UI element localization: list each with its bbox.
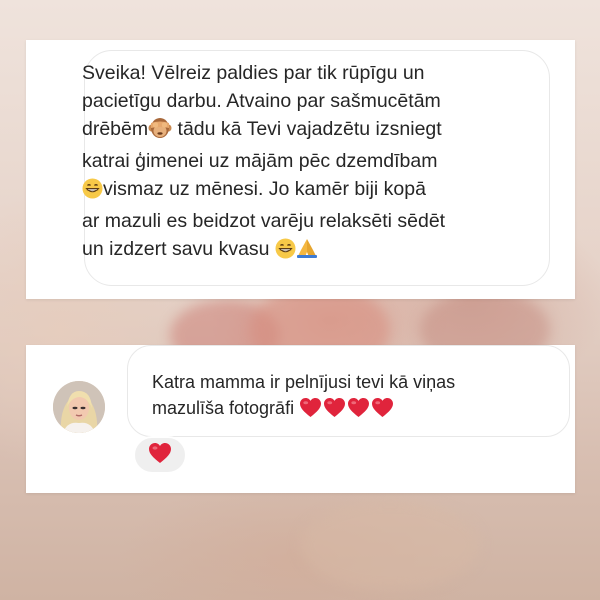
comment-line: mazulīša fotogrāfi bbox=[152, 398, 300, 418]
grinning-face-icon bbox=[275, 238, 296, 267]
red-heart-icon bbox=[347, 397, 371, 425]
message-line: un izdzert savu kvasu bbox=[82, 238, 275, 260]
see-no-evil-monkey-icon bbox=[148, 117, 172, 147]
message-line: tādu kā Tevi vajadzētu izsniegt bbox=[172, 118, 442, 140]
reaction-badge[interactable] bbox=[133, 436, 187, 474]
red-heart-icon bbox=[299, 397, 323, 425]
message-line: drēbēm bbox=[82, 118, 149, 140]
message-line: katrai ģimenei uz mājām pēc dzemdībam bbox=[82, 150, 438, 172]
red-heart-icon bbox=[371, 397, 395, 425]
folded-hands-icon bbox=[296, 238, 318, 267]
grinning-face-icon bbox=[82, 178, 103, 207]
background-blur-shape bbox=[300, 500, 480, 590]
message-line: vismaz uz mēnesi. Jo kamēr biji kopā bbox=[103, 178, 426, 200]
red-heart-icon bbox=[323, 397, 347, 425]
red-heart-icon bbox=[148, 442, 172, 468]
message-line: ar mazuli es beidzot varēju relaksēti sē… bbox=[82, 210, 446, 232]
avatar[interactable] bbox=[53, 381, 105, 433]
message-text: Sveika! Vēlreiz paldies par tik rūpīgu u… bbox=[82, 59, 532, 267]
comment-line: Katra mamma ir pelnījusi tevi kā viņas bbox=[152, 372, 456, 392]
message-line: Sveika! Vēlreiz paldies par tik rūpīgu u… bbox=[82, 62, 425, 84]
comment-text: Katra mamma ir pelnījusi tevi kā viņas ma… bbox=[152, 369, 562, 425]
message-line: pacietīgu darbu. Atvaino par sašmucētām bbox=[82, 90, 441, 112]
